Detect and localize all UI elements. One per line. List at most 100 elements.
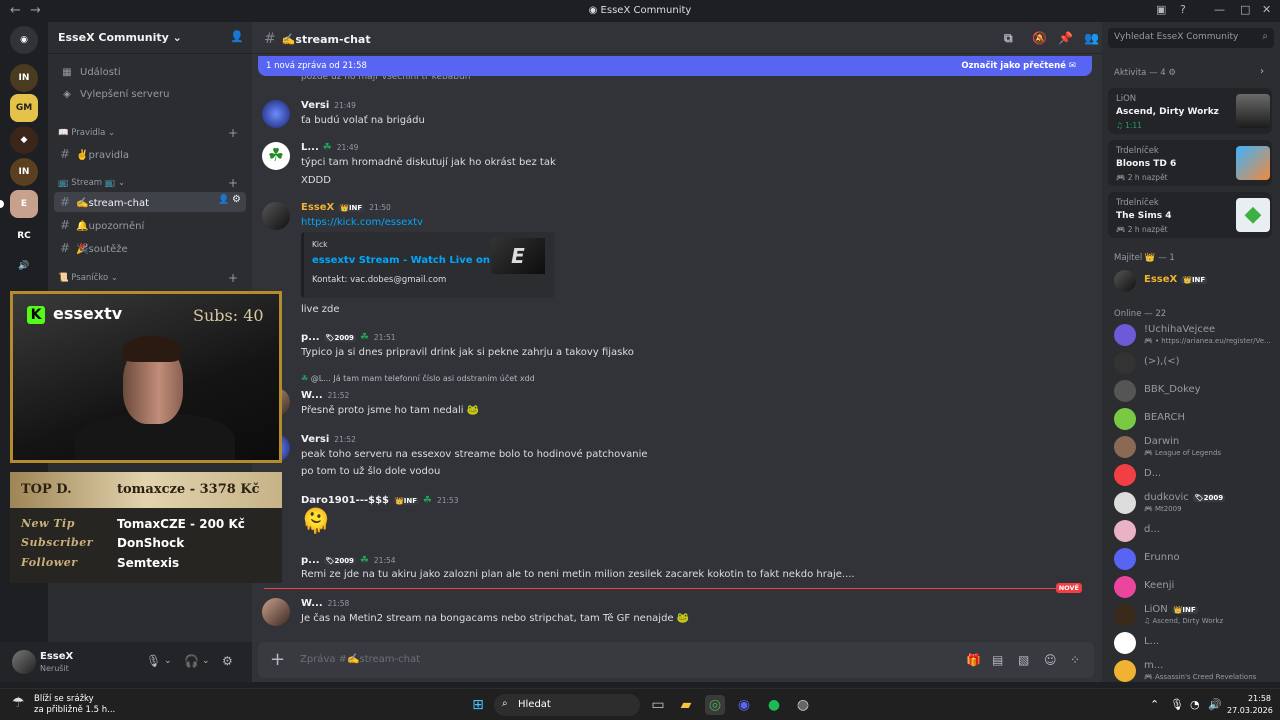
server-icon-inf2[interactable]: IN — [10, 158, 38, 186]
speaker-icon[interactable]: 🔊 — [10, 252, 38, 280]
add-channel-icon[interactable]: + — [228, 126, 238, 140]
member-item[interactable]: m... 🎮 Assassin's Creed Revelations — [1114, 658, 1274, 684]
maximize-icon[interactable]: □ — [1240, 3, 1250, 16]
author-name[interactable]: Versi — [301, 100, 329, 111]
microphone-icon[interactable]: 🎙 — [1170, 698, 1184, 711]
avatar[interactable] — [262, 598, 290, 626]
weather-title[interactable]: Blíží se srážky — [34, 694, 94, 704]
chevron-down-icon[interactable]: ⌄ — [164, 656, 172, 666]
gift-icon[interactable]: 🎁 — [966, 653, 981, 667]
member-item[interactable]: EsseX 👑INF — [1114, 268, 1274, 294]
help-icon[interactable]: ? — [1180, 3, 1186, 16]
author-name[interactable]: EsseX — [301, 202, 334, 213]
tray-chevron-icon[interactable]: ⌃ — [1150, 698, 1159, 711]
search-input[interactable]: Vyhledat EsseX Community ⌕ — [1108, 28, 1274, 48]
threads-icon[interactable]: ⧉ — [1004, 31, 1013, 46]
member-item[interactable]: (>),(<) — [1114, 350, 1274, 376]
member-item[interactable]: BEARCH — [1114, 406, 1274, 432]
author-name[interactable]: p... — [301, 555, 320, 566]
member-item[interactable]: Keenji — [1114, 574, 1274, 600]
server-icon-rc[interactable]: RC — [10, 222, 38, 250]
discord-icon[interactable]: ◉ — [734, 695, 754, 715]
member-item[interactable]: L... — [1114, 630, 1274, 656]
discord-home-icon[interactable]: ◉ — [10, 26, 38, 54]
nav-server-boost[interactable]: ◈ Vylepšení serveru — [56, 86, 246, 106]
channel-pravidla[interactable]: # ✌️pravidla — [54, 144, 246, 164]
avatar[interactable] — [262, 202, 290, 230]
message-link[interactable]: https://kick.com/essextv — [301, 217, 423, 228]
category-psanicko[interactable]: 📜 Psaníčko ⌄ + — [58, 271, 246, 285]
channel-upozorneni[interactable]: # 🔔upozornění — [54, 215, 246, 235]
start-icon[interactable]: ⊞ — [468, 695, 488, 715]
author-name[interactable]: L... — [301, 142, 319, 153]
gear-icon[interactable]: ⚙ — [1166, 68, 1176, 78]
close-icon[interactable]: ✕ — [1262, 3, 1271, 16]
embed-thumbnail[interactable]: E — [491, 238, 545, 274]
invite-icon[interactable]: 👤 — [218, 195, 229, 205]
sticker-icon[interactable]: ▧ — [1018, 653, 1029, 667]
server-icon-inf[interactable]: IN — [10, 64, 38, 92]
weather-icon[interactable]: ☂ — [12, 695, 25, 711]
category-stream[interactable]: 📺 Stream 📺 ⌄ + — [58, 176, 246, 190]
author-name[interactable]: Versi — [301, 434, 329, 445]
minimize-icon[interactable]: — — [1214, 3, 1225, 16]
message-input[interactable]: Zpráva #✍️stream-chat — [300, 654, 420, 665]
chevron-down-icon[interactable]: ⌄ — [202, 656, 210, 666]
settings-gear-icon[interactable]: ⚙ — [222, 654, 233, 668]
mark-read-button[interactable]: Označit jako přečtené ✉ — [961, 61, 1076, 71]
new-messages-bar[interactable]: 1 nová zpráva od 21:58 Označit jako přeč… — [258, 56, 1092, 76]
author-name[interactable]: W... — [301, 598, 323, 609]
member-item[interactable]: d... — [1114, 518, 1274, 544]
add-member-icon[interactable]: 👤 — [230, 30, 244, 43]
gif-icon[interactable]: ▤ — [992, 653, 1003, 667]
category-pravidla[interactable]: 📖 Pravidla ⌄ + — [58, 126, 246, 140]
channel-stream-chat[interactable]: # ✍️stream-chat 👤 ⚙ — [54, 192, 246, 212]
steam-icon[interactable]: ◍ — [793, 695, 813, 715]
clock[interactable]: 21:58 27.03.2026 — [1227, 694, 1273, 715]
mute-bell-icon[interactable]: 🔕 — [1032, 31, 1047, 45]
member-item[interactable]: BBK_Dokey — [1114, 378, 1274, 404]
emoji-icon[interactable]: ☺ — [1044, 653, 1057, 667]
reply-preview[interactable]: @L... Já tam mam telefonní číslo asi ods… — [311, 374, 535, 383]
server-icon-gm[interactable]: GM — [10, 94, 38, 122]
chevron-right-icon[interactable]: › — [1260, 66, 1264, 77]
server-icon-fire[interactable]: ◆ — [10, 126, 38, 154]
add-attachment-icon[interactable]: + — [270, 649, 285, 670]
avatar[interactable] — [262, 100, 290, 128]
add-channel-icon[interactable]: + — [228, 176, 238, 190]
add-channel-icon[interactable]: + — [228, 271, 238, 285]
pin-icon[interactable]: 📌 — [1058, 31, 1073, 45]
activity-card[interactable]: LiON Ascend, Dirty Workz ♫ 1:11 — [1108, 88, 1272, 134]
user-name[interactable]: EsseX — [40, 651, 73, 662]
author-name[interactable]: W... — [301, 390, 323, 401]
task-view-icon[interactable]: ▭ — [648, 695, 668, 715]
inbox-icon[interactable]: ▣ — [1156, 3, 1166, 16]
member-item[interactable]: LiON 👑INF ♫ Ascend, Dirty Workz — [1114, 602, 1274, 628]
channel-souteze[interactable]: # 🎉soutěže — [54, 238, 246, 258]
server-header[interactable]: EsseX Community ⌄ 👤 — [48, 22, 252, 54]
apps-icon[interactable]: ⁘ — [1070, 653, 1080, 667]
member-item[interactable]: dudkovic 🏷2009 🎮 Mt2009 — [1114, 490, 1274, 516]
file-explorer-icon[interactable]: ▰ — [676, 695, 696, 715]
author-name[interactable]: p... — [301, 332, 320, 343]
microphone-icon[interactable]: 🎙 — [146, 654, 161, 668]
headphones-icon[interactable]: 🎧 — [184, 654, 199, 668]
member-item[interactable]: !UchihaVejcee 🎮 • https://arianea.eu/regi… — [1114, 322, 1274, 348]
clover-avatar[interactable]: ☘ — [262, 142, 290, 170]
activity-card[interactable]: Trdelníček Bloons TD 6 🎮 2 h nazpět — [1108, 140, 1272, 186]
network-icon[interactable]: ◔ — [1190, 698, 1200, 711]
embed-title[interactable]: essextv Stream - Watch Live on Kick — [312, 255, 517, 266]
member-item[interactable]: D... — [1114, 462, 1274, 488]
taskbar-search[interactable]: ⌕ Hledat — [494, 694, 640, 716]
member-item[interactable]: Darwin 🎮 League of Legends — [1114, 434, 1274, 460]
member-item[interactable]: Erunno — [1114, 546, 1274, 572]
gear-icon[interactable]: ⚙ — [232, 194, 241, 205]
spotify-icon[interactable]: ● — [764, 695, 784, 715]
activity-card[interactable]: Trdelníček The Sims 4 🎮 2 h nazpět ◆ — [1108, 192, 1272, 238]
author-name[interactable]: Daro1901---$$$ — [301, 495, 389, 506]
user-avatar[interactable] — [12, 650, 36, 674]
chrome-icon[interactable]: ◎ — [705, 695, 725, 715]
nav-events[interactable]: ▦ Události — [56, 64, 246, 84]
server-icon-essex[interactable]: E — [10, 190, 38, 218]
member-list-icon[interactable]: 👥 — [1084, 31, 1099, 45]
